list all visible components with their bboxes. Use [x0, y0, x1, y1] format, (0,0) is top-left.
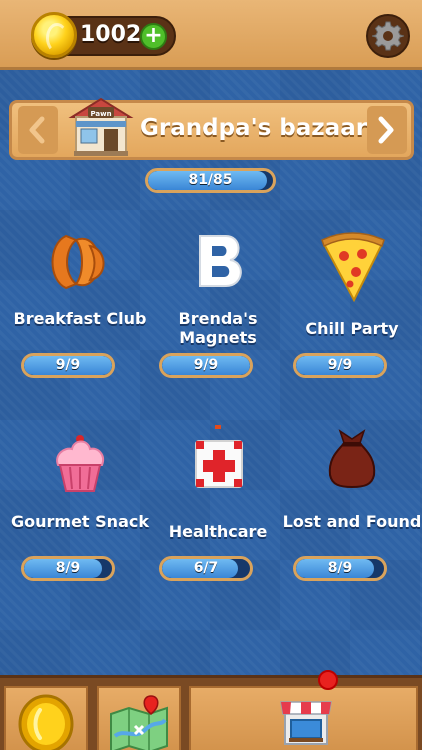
bottom-navigation-bar: [0, 675, 422, 750]
pawn-shop-icon: Pawn: [68, 97, 134, 156]
letter-b-magnet-icon: [199, 235, 242, 287]
collection-progress-bar: 9/9: [293, 353, 387, 378]
collection-progress-text: 9/9: [327, 357, 353, 373]
coin-count: 1002: [80, 22, 142, 47]
map-tab[interactable]: [97, 686, 181, 750]
top-bar: 1002 +: [0, 0, 422, 70]
collection-card-lost-and-found[interactable]: Lost and Found 8/9: [283, 425, 421, 585]
collection-progress-bar: 9/9: [159, 353, 253, 378]
pizza-slice-icon: [321, 232, 385, 302]
sack-icon: [328, 429, 376, 489]
collection-progress-text: 9/9: [193, 357, 219, 373]
collection-label: Gourmet Snack: [11, 512, 149, 531]
collection-progress-text: 8/9: [55, 560, 81, 576]
add-coins-button[interactable]: +: [140, 23, 167, 50]
location-progress-bar: 81/85: [145, 168, 276, 193]
gear-icon: [372, 21, 404, 51]
collection-card-healthcare[interactable]: Healthcare 6/7: [153, 425, 283, 585]
settings-button[interactable]: [366, 14, 410, 58]
coin-icon: [18, 694, 74, 750]
collection-card-breakfast-club[interactable]: Breakfast Club 9/9: [14, 222, 146, 382]
store-tab[interactable]: [189, 686, 418, 750]
collection-card-chill-party[interactable]: Chill Party 9/9: [287, 222, 417, 382]
location-title: Grandpa's bazaar: [140, 115, 368, 141]
collection-progress-text: 9/9: [55, 357, 81, 373]
collection-label: Breakfast Club: [13, 309, 147, 328]
location-banner: Pawn Grandpa's bazaar: [9, 97, 414, 160]
store-icon: [280, 701, 332, 745]
chevron-left-icon: [29, 116, 45, 144]
collection-progress-bar: 8/9: [21, 556, 115, 581]
collection-label: Chill Party: [305, 319, 399, 338]
next-location-button[interactable]: [367, 106, 407, 154]
store-notification-badge: [318, 670, 338, 690]
collection-card-brendas-magnets[interactable]: Brenda's Magnets 9/9: [153, 222, 283, 382]
coin-icon: [31, 12, 77, 58]
coins-shop-tab[interactable]: [4, 686, 88, 750]
cupcake-icon: [56, 435, 104, 492]
location-progress-text: 81/85: [188, 172, 233, 188]
previous-location-button[interactable]: [18, 106, 58, 154]
collection-progress-bar: 6/7: [159, 556, 253, 581]
chevron-right-icon: [378, 116, 394, 144]
map-icon: [110, 695, 168, 750]
croissant-icon: [51, 234, 105, 290]
shop-sign-text: Pawn: [90, 110, 111, 118]
first-aid-kit-icon: [195, 425, 243, 488]
collection-progress-text: 6/7: [193, 560, 219, 576]
collection-progress-bar: 8/9: [293, 556, 387, 581]
collection-progress-bar: 9/9: [21, 353, 115, 378]
collection-progress-text: 8/9: [327, 560, 353, 576]
collection-card-gourmet-snack[interactable]: Gourmet Snack 8/9: [11, 425, 149, 585]
collection-label: Lost and Found: [282, 512, 422, 531]
collection-label: Brenda's Magnets: [178, 309, 258, 347]
collection-label: Healthcare: [168, 522, 268, 541]
